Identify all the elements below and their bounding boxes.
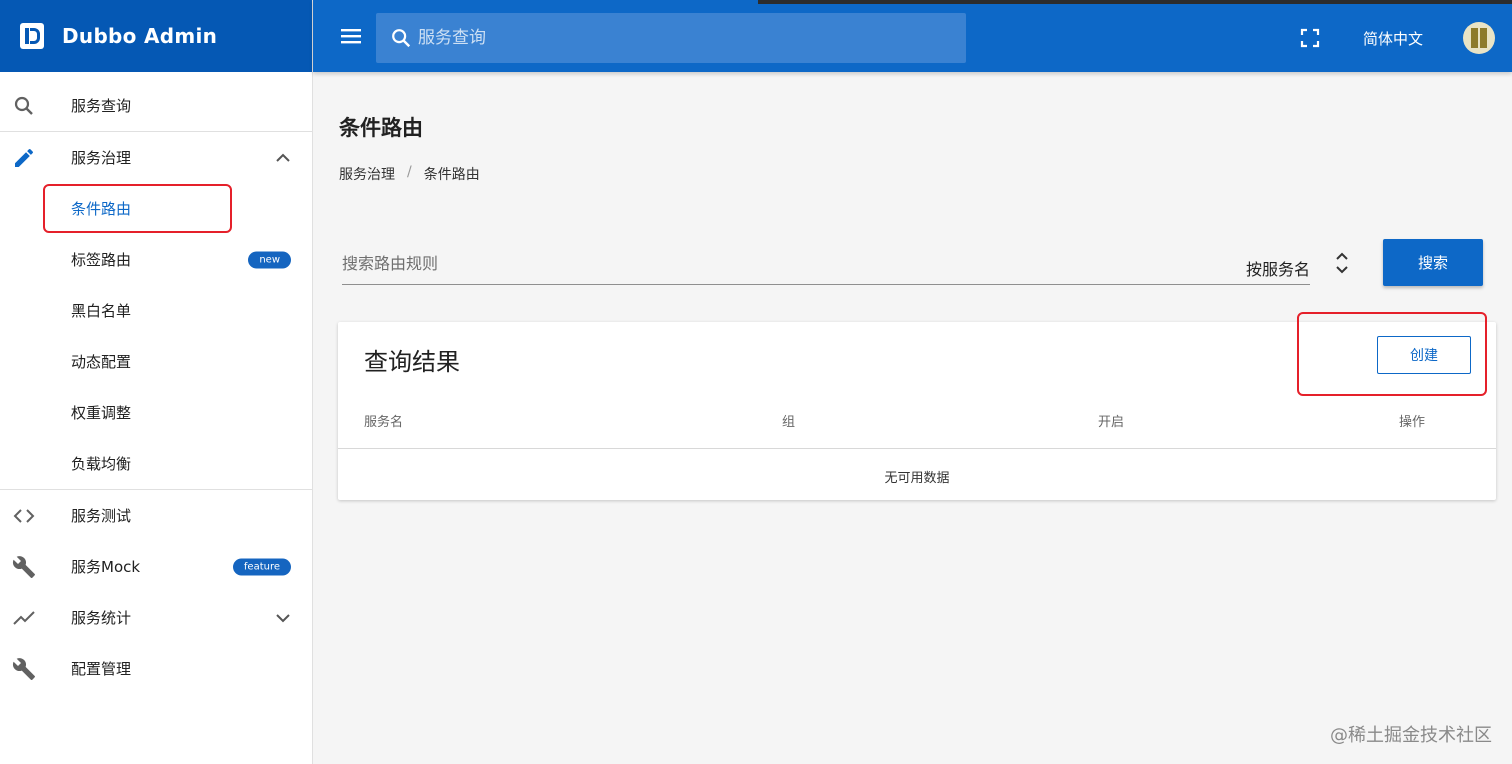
- sidebar-item-label: 服务测试: [71, 507, 132, 525]
- sidebar-nav: 服务查询 服务治理 条件路由 标签路由 new 黑白名单 动态配置 权重调整 负…: [0, 72, 312, 694]
- column-header-enabled[interactable]: 开启: [1098, 411, 1124, 430]
- menu-icon[interactable]: [339, 25, 363, 47]
- global-search: [376, 13, 966, 63]
- sidebar-item-load-balance[interactable]: 负载均衡: [0, 438, 312, 489]
- topbar: 简体中文: [313, 0, 1512, 72]
- sidebar-item-service-stats[interactable]: 服务统计: [0, 592, 312, 643]
- sidebar-item-label: 权重调整: [71, 404, 132, 422]
- breadcrumb: 服务治理 / 条件路由: [339, 164, 480, 184]
- sidebar-item-label: 服务统计: [71, 609, 132, 627]
- filter-type-select[interactable]: 按服务名: [1246, 256, 1310, 280]
- highlight-box-create: [1297, 312, 1487, 396]
- window-top-strip: [758, 0, 1512, 4]
- page-title: 条件路由: [339, 116, 423, 140]
- feature-badge: feature: [232, 558, 291, 575]
- sidebar-item-label: 配置管理: [71, 660, 132, 678]
- fullscreen-icon[interactable]: [1300, 28, 1320, 48]
- breadcrumb-item: 条件路由: [423, 167, 480, 183]
- route-filter: 按服务名: [342, 244, 1310, 285]
- table-header-divider: [338, 448, 1496, 449]
- avatar[interactable]: [1463, 22, 1495, 54]
- breadcrumb-item[interactable]: 服务治理: [339, 164, 395, 184]
- watermark: @稀土掘金技术社区: [1330, 725, 1492, 746]
- sidebar-item-weight-adjust[interactable]: 权重调整: [0, 387, 312, 438]
- card-title: 查询结果: [364, 348, 460, 376]
- empty-state: 无可用数据: [884, 471, 950, 486]
- search-icon: [392, 29, 411, 48]
- brand-header[interactable]: Dubbo Admin: [0, 0, 312, 72]
- wrench-icon: [12, 657, 35, 680]
- sidebar-item-dynamic-config[interactable]: 动态配置: [0, 336, 312, 387]
- chevron-down-icon[interactable]: [274, 609, 292, 627]
- sidebar-item-label: 黑白名单: [71, 302, 132, 320]
- sidebar-item-config-manage[interactable]: 配置管理: [0, 643, 312, 694]
- sidebar-item-label: 服务查询: [71, 97, 132, 115]
- dubbo-logo-icon: [20, 23, 44, 49]
- sidebar-item-label: 服务Mock: [71, 558, 141, 576]
- highlight-box-condition-route: [43, 184, 232, 233]
- search-icon: [14, 96, 33, 115]
- sidebar-item-label: 服务治理: [71, 149, 132, 167]
- sidebar-item-blackwhite-list[interactable]: 黑白名单: [0, 285, 312, 336]
- column-header-service[interactable]: 服务名: [364, 411, 403, 430]
- sidebar-item-service-test[interactable]: 服务测试: [0, 490, 312, 541]
- unfold-icon[interactable]: [1333, 250, 1351, 276]
- brand-name: Dubbo Admin: [62, 24, 218, 48]
- sidebar-item-service-query[interactable]: 服务查询: [0, 80, 312, 131]
- sidebar-item-service-mock[interactable]: 服务Mock feature: [0, 541, 312, 592]
- global-search-input[interactable]: [418, 28, 938, 48]
- trending-icon: [13, 610, 35, 625]
- route-search-input[interactable]: [342, 254, 1042, 273]
- sidebar-item-label: 负载均衡: [71, 455, 132, 473]
- search-button[interactable]: 搜索: [1383, 239, 1483, 286]
- wrench-icon: [12, 555, 35, 578]
- column-header-group[interactable]: 组: [782, 411, 795, 430]
- column-header-actions: 操作: [1399, 415, 1426, 430]
- language-selector[interactable]: 简体中文: [1363, 28, 1423, 49]
- sidebar-item-label: 动态配置: [71, 353, 132, 371]
- sidebar-item-label: 标签路由: [71, 251, 132, 269]
- code-icon: [13, 508, 35, 523]
- sidebar-item-tag-route[interactable]: 标签路由 new: [0, 234, 312, 285]
- sidebar: Dubbo Admin 服务查询 服务治理 条件路由 标签路由 new 黑白名单…: [0, 0, 313, 764]
- new-badge: new: [248, 251, 291, 268]
- sidebar-item-service-governance[interactable]: 服务治理: [0, 132, 312, 183]
- chevron-up-icon[interactable]: [274, 149, 292, 167]
- breadcrumb-separator: /: [407, 164, 412, 180]
- pencil-icon: [15, 148, 34, 167]
